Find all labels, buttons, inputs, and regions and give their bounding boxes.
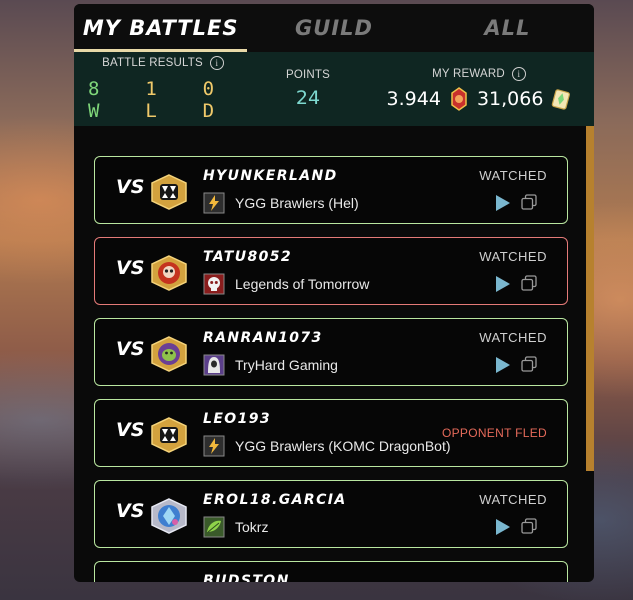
- guild-name: TryHard Gaming: [235, 357, 338, 373]
- opponent-name[interactable]: LEO193: [203, 411, 271, 427]
- info-icon[interactable]: i: [511, 67, 526, 81]
- lightning-banner-icon: [203, 435, 225, 457]
- tab-guild[interactable]: GUILD: [247, 4, 420, 52]
- opponent-name[interactable]: BUDSTON: [203, 573, 290, 582]
- tab-all[interactable]: ALL: [421, 4, 594, 52]
- fanged-shield-icon: [151, 174, 187, 210]
- status-label: WATCHED: [479, 330, 547, 345]
- opponent-name[interactable]: RANRAN1073: [203, 330, 323, 346]
- red-potion-icon: [451, 87, 467, 111]
- reward-primary-value: 3.944: [386, 88, 441, 110]
- battle-card[interactable]: BUDSTON: [94, 561, 568, 582]
- red-skull-banner-icon: [203, 273, 225, 295]
- battle-card[interactable]: VS HYUNKERLAND YGG Brawlers (Hel) WATCHE…: [94, 156, 568, 224]
- battles-panel: MY BATTLES GUILD ALL BATTLE RESULTS i 8 …: [74, 4, 594, 582]
- guild-name: Legends of Tomorrow: [235, 276, 370, 292]
- battle-summary: BATTLE RESULTS i 8 W 1 L 0 D POINTS 24 M…: [74, 52, 594, 126]
- points-label: POINTS: [285, 69, 330, 81]
- reward-secondary-value: 31,066: [476, 88, 544, 110]
- tab-bar: MY BATTLES GUILD ALL: [74, 4, 594, 52]
- reward-values: 3.944 31,066: [387, 87, 572, 111]
- points-section: POINTS 24: [238, 52, 378, 126]
- info-icon[interactable]: i: [209, 56, 224, 70]
- green-leaf-banner-icon: [203, 516, 225, 538]
- green-creature-avatar-icon: [151, 336, 187, 372]
- hooded-figure-banner-icon: [203, 354, 225, 376]
- draws-count: 0 D: [202, 78, 217, 122]
- losses-count: 1 L: [145, 78, 159, 122]
- battle-list: VS HYUNKERLAND YGG Brawlers (Hel) WATCHE…: [74, 126, 594, 582]
- opponent-name[interactable]: HYUNKERLAND: [203, 168, 338, 184]
- copy-icon[interactable]: [521, 275, 537, 291]
- reward-section: MY REWARD i 3.944 31,066: [378, 52, 580, 126]
- copy-icon[interactable]: [521, 356, 537, 372]
- battle-card[interactable]: VS EROL18.GARCIA Tokrz WATCHED: [94, 480, 568, 548]
- battle-results: 8 W 1 L 0 D: [88, 78, 238, 122]
- opponent-name[interactable]: EROL18.GARCIA: [203, 492, 347, 508]
- lightning-banner-icon: [203, 192, 225, 214]
- copy-icon[interactable]: [521, 518, 537, 534]
- guild-name: YGG Brawlers (Hel): [235, 195, 359, 211]
- battle-results-label: BATTLE RESULTS: [102, 57, 203, 69]
- wins-count: 8 W: [88, 78, 102, 122]
- reward-label: MY REWARD: [432, 68, 505, 80]
- vs-label: VS: [116, 338, 145, 360]
- play-icon[interactable]: [495, 356, 511, 374]
- copy-icon[interactable]: [521, 194, 537, 210]
- status-label: WATCHED: [479, 168, 547, 183]
- status-label: OPPONENT FLED: [441, 426, 547, 440]
- opponent-name[interactable]: TATU8052: [203, 249, 292, 265]
- vs-label: VS: [116, 419, 145, 441]
- vs-label: VS: [116, 176, 145, 198]
- battle-card[interactable]: VS TATU8052 Legends of Tomorrow WATCHED: [94, 237, 568, 305]
- blue-crystal-avatar-icon: [151, 498, 187, 534]
- play-icon[interactable]: [495, 194, 511, 212]
- fire-skull-avatar-icon: [151, 255, 187, 291]
- status-label: WATCHED: [479, 492, 547, 507]
- points-value: 24: [295, 87, 321, 109]
- dec-card-icon: [552, 89, 571, 110]
- vs-label: VS: [116, 257, 145, 279]
- tab-my-battles[interactable]: MY BATTLES: [74, 4, 248, 52]
- battle-results-section: BATTLE RESULTS i 8 W 1 L 0 D: [88, 52, 238, 126]
- status-label: WATCHED: [479, 249, 547, 264]
- battle-card[interactable]: VS LEO193 YGG Brawlers (KOMC DragonBot) …: [94, 399, 568, 467]
- guild-name: Tokrz: [235, 519, 269, 535]
- battle-card[interactable]: VS RANRAN1073 TryHard Gaming WATCHED: [94, 318, 568, 386]
- fanged-shield-icon: [151, 417, 187, 453]
- play-icon[interactable]: [495, 518, 511, 536]
- guild-name: YGG Brawlers (KOMC DragonBot): [235, 438, 451, 454]
- vs-label: VS: [116, 500, 145, 522]
- play-icon[interactable]: [495, 275, 511, 293]
